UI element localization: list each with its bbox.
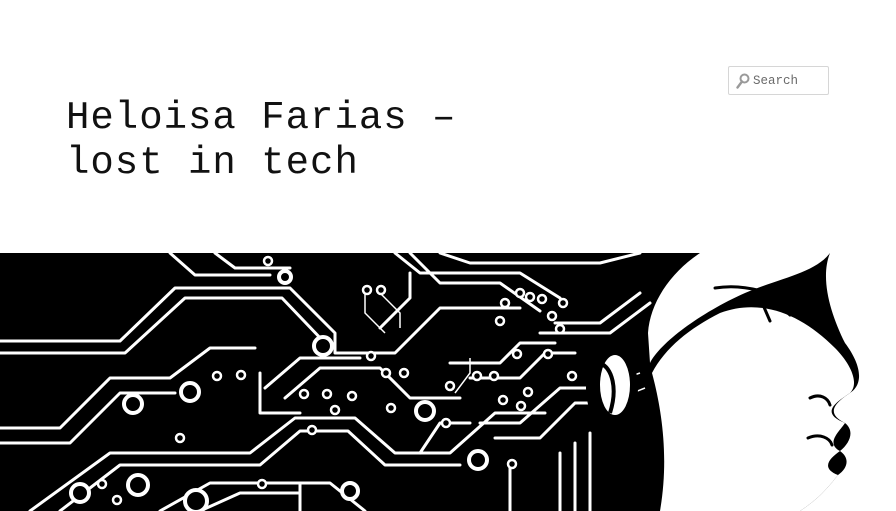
site-title-line-1[interactable]: Heloisa Farias – [66, 96, 456, 140]
site-header: Heloisa Farias – lost in tech [0, 0, 896, 253]
header-banner-image [0, 253, 896, 511]
search-form [728, 66, 829, 95]
search-icon [736, 73, 750, 89]
search-input[interactable] [753, 71, 825, 91]
site-title[interactable]: Heloisa Farias – lost in tech [66, 96, 626, 186]
circuit-brain-illustration [0, 253, 896, 511]
site-title-line-2[interactable]: lost in tech [66, 141, 359, 185]
